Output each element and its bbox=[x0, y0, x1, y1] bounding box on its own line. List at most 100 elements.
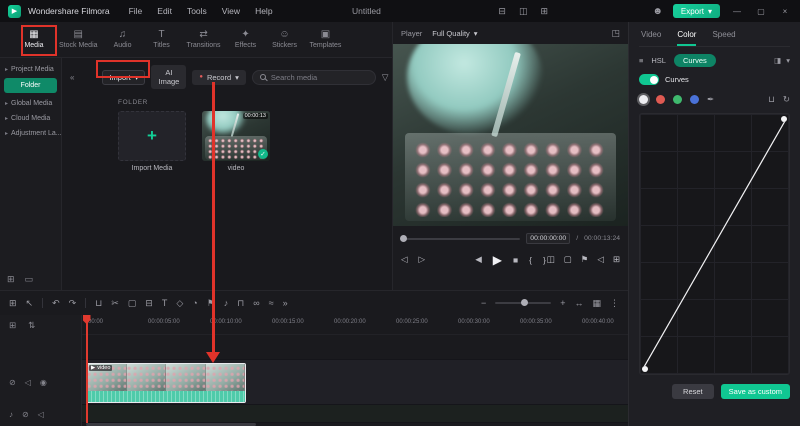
maximize-button[interactable]: ▢ bbox=[754, 7, 768, 16]
video-thumbnail[interactable]: 00:00:13 ✓ bbox=[202, 111, 270, 161]
sidebar-item-adjustment-layer[interactable]: ▸ Adjustment La... bbox=[0, 126, 61, 141]
audio-track-lane[interactable] bbox=[0, 405, 628, 423]
zoom-in-icon[interactable]: + bbox=[560, 298, 565, 308]
sidebar-item-global-media[interactable]: ▸ Global Media bbox=[0, 96, 61, 111]
import-button[interactable]: Import ▾ bbox=[102, 69, 146, 85]
keyframe-icon[interactable]: ◇ bbox=[176, 298, 183, 309]
snap-icon[interactable]: ⊓ bbox=[237, 298, 244, 309]
voiceover-icon[interactable]: ♪ bbox=[224, 298, 229, 308]
menu-view[interactable]: View bbox=[222, 6, 240, 16]
menu-edit[interactable]: Edit bbox=[157, 6, 172, 16]
mute-icon[interactable]: ◁ bbox=[401, 254, 408, 265]
search-box[interactable] bbox=[251, 69, 376, 85]
tab-video[interactable]: Video bbox=[641, 30, 661, 46]
menu-file[interactable]: File bbox=[129, 6, 143, 16]
sidebar-item-cloud-media[interactable]: ▸ Cloud Media bbox=[0, 111, 61, 126]
split-icon[interactable]: ⊟ bbox=[145, 298, 153, 309]
curve-editor[interactable] bbox=[639, 113, 790, 375]
speed-icon[interactable]: ◔ bbox=[192, 298, 197, 308]
import-media-tile[interactable]: + Import Media bbox=[118, 111, 186, 172]
sidebar-item-project-media[interactable]: ▸ Project Media bbox=[0, 62, 61, 77]
mark-out-icon[interactable]: } bbox=[543, 255, 546, 265]
channel-blue[interactable] bbox=[690, 95, 699, 104]
tab-stock-media[interactable]: ▤ Stock Media bbox=[59, 30, 98, 50]
adjust-list-icon[interactable]: ≡ bbox=[639, 56, 643, 65]
track-lock-icon[interactable]: ⊘ bbox=[9, 378, 16, 387]
record-button[interactable]: ● Record ▾ bbox=[192, 69, 246, 85]
detach-player-icon[interactable]: ◳ bbox=[611, 28, 620, 39]
folder-icon[interactable]: ▭ bbox=[25, 274, 34, 285]
tab-media[interactable]: ▦ Media bbox=[20, 30, 48, 50]
timeline-clip-video[interactable]: ▶ video bbox=[86, 363, 246, 403]
ripple-edit-icon[interactable]: ≈ bbox=[269, 298, 274, 308]
layout-icon[interactable]: ⊟ bbox=[498, 6, 506, 17]
search-input[interactable] bbox=[270, 72, 368, 82]
menu-help[interactable]: Help bbox=[255, 6, 272, 16]
music-note-icon[interactable]: ♪ bbox=[9, 410, 13, 419]
new-folder-icon[interactable]: ⊞ bbox=[7, 274, 15, 285]
sidebar-item-folder[interactable]: Folder bbox=[4, 78, 57, 93]
mark-in-icon[interactable]: { bbox=[529, 255, 532, 265]
collapse-sidebar-icon[interactable]: « bbox=[70, 73, 74, 82]
export-button[interactable]: Export ▾ bbox=[672, 4, 720, 18]
zoom-fit-icon[interactable]: ↔ bbox=[574, 298, 583, 308]
track-lock-icon[interactable]: ⊘ bbox=[22, 410, 29, 419]
fullscreen-icon[interactable]: ⊞ bbox=[613, 254, 620, 265]
reset-button[interactable]: Reset bbox=[672, 384, 714, 399]
delete-icon[interactable]: ⊔ bbox=[95, 298, 102, 309]
tab-templates[interactable]: ▣ Templates bbox=[310, 30, 342, 50]
crop-icon[interactable]: ▢ bbox=[564, 254, 572, 265]
play-icon[interactable]: ▶ bbox=[493, 253, 502, 267]
reset-curve-icon[interactable]: ↻ bbox=[783, 94, 790, 105]
tab-audio[interactable]: ♫ Audio bbox=[109, 30, 137, 50]
more-tools-icon[interactable]: » bbox=[283, 298, 288, 308]
timeline-ruler[interactable]: 00:00 00:00:05:00 00:00:10:00 00:00:15:0… bbox=[0, 315, 628, 335]
reorder-tracks-icon[interactable]: ⇅ bbox=[28, 320, 35, 331]
marker-tool-icon[interactable]: ⚑ bbox=[207, 298, 215, 309]
save-as-custom-button[interactable]: Save as custom bbox=[720, 384, 790, 399]
media-grid-icon[interactable]: ⊞ bbox=[9, 298, 17, 309]
tab-speed[interactable]: Speed bbox=[712, 30, 735, 46]
quality-dropdown[interactable]: Full Quality ▾ bbox=[432, 29, 477, 38]
import-media-dropzone[interactable]: + bbox=[118, 111, 186, 161]
zoom-slider-handle[interactable] bbox=[520, 299, 528, 306]
channel-red[interactable] bbox=[656, 95, 665, 104]
link-icon[interactable]: ∞ bbox=[253, 298, 259, 308]
snapshot-icon[interactable]: ◫ bbox=[547, 254, 555, 265]
apps-icon[interactable]: ⊞ bbox=[540, 6, 548, 17]
tab-color[interactable]: Color bbox=[677, 30, 696, 46]
add-text-icon[interactable]: T bbox=[162, 298, 168, 308]
user-account-icon[interactable]: ☻ bbox=[652, 6, 663, 17]
frame-step-icon[interactable]: ▷ bbox=[419, 254, 426, 265]
menu-tools[interactable]: Tools bbox=[187, 6, 207, 16]
track-mute-icon[interactable]: ◁ bbox=[25, 378, 31, 387]
channel-white[interactable] bbox=[639, 95, 648, 104]
ai-image-button[interactable]: AI Image bbox=[151, 65, 187, 89]
tab-transitions[interactable]: ⇄ Transitions bbox=[187, 30, 221, 50]
chevron-down-icon[interactable]: ▾ bbox=[786, 56, 790, 65]
curve-point-start[interactable] bbox=[642, 366, 648, 372]
crop-tool-icon[interactable]: ▢ bbox=[128, 298, 137, 309]
screen-record-icon[interactable]: ◫ bbox=[519, 6, 528, 17]
scissors-icon[interactable]: ✂ bbox=[111, 298, 119, 309]
redo-icon[interactable]: ↷ bbox=[69, 298, 77, 309]
undo-icon[interactable]: ↶ bbox=[52, 298, 60, 309]
tab-stickers[interactable]: ☺ Stickers bbox=[271, 30, 299, 50]
eyedropper-icon[interactable]: ✒ bbox=[707, 94, 714, 105]
track-mute-icon[interactable]: ◁ bbox=[38, 410, 44, 419]
timeline-menu-icon[interactable]: ⋮ bbox=[610, 298, 619, 309]
zoom-out-icon[interactable]: − bbox=[481, 298, 486, 308]
player-scrubber[interactable] bbox=[400, 234, 521, 242]
close-button[interactable]: × bbox=[778, 7, 792, 16]
volume-icon[interactable]: ◁ bbox=[597, 254, 604, 265]
previous-frame-icon[interactable]: ◀ bbox=[475, 254, 482, 265]
channel-green[interactable] bbox=[673, 95, 682, 104]
scrubber-handle[interactable] bbox=[400, 234, 407, 242]
video-tile[interactable]: 00:00:13 ✓ video bbox=[202, 111, 270, 172]
compare-icon[interactable]: ◨ bbox=[774, 56, 781, 65]
curves-button[interactable]: Curves bbox=[673, 54, 716, 67]
manage-tracks-icon[interactable]: ⊞ bbox=[9, 320, 16, 331]
marker-icon[interactable]: ⚑ bbox=[581, 254, 589, 265]
curves-toggle[interactable] bbox=[639, 74, 659, 85]
tab-titles[interactable]: T Titles bbox=[148, 30, 176, 50]
